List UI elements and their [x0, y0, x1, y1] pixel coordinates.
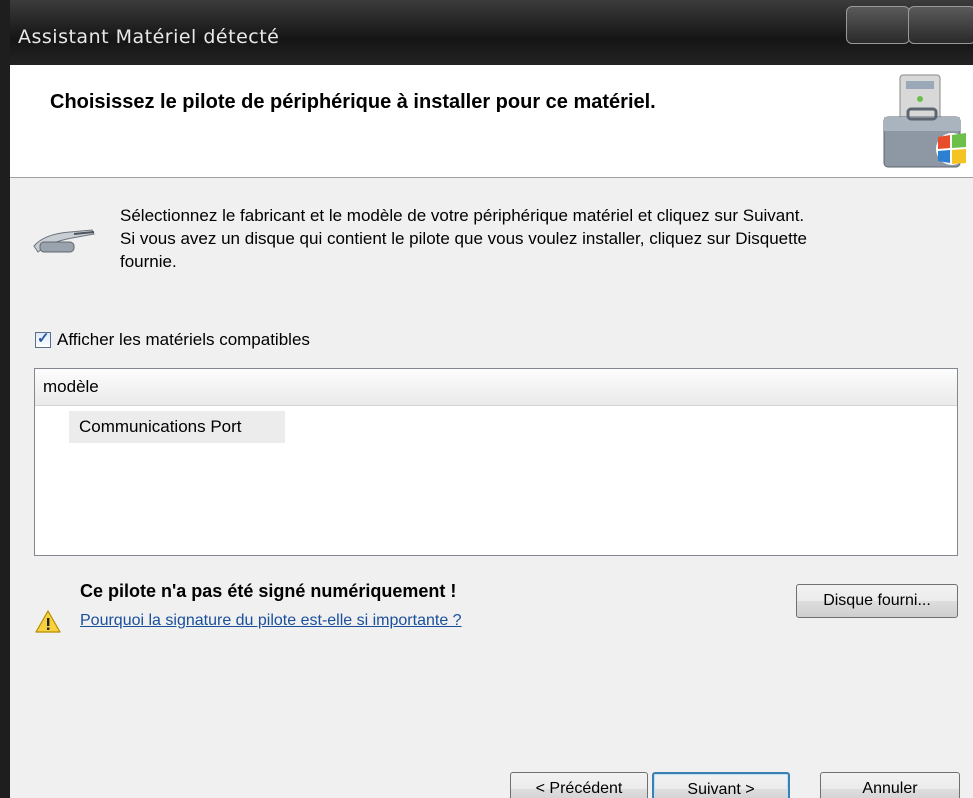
minimize-button[interactable] — [846, 6, 910, 44]
column-header-label: modèle — [43, 377, 99, 396]
page-title: Choisissez le pilote de périphérique à i… — [50, 91, 656, 113]
show-compatible-hardware-option[interactable]: ✓ Afficher les matériels compatibles — [35, 328, 310, 352]
warning-icon — [35, 610, 61, 633]
unsigned-driver-warning: Ce pilote n'a pas été signé numériquemen… — [80, 581, 457, 601]
intro-line-3: fournie. — [120, 252, 177, 271]
intro-line-2: Si vous avez un disque qui contient le p… — [120, 229, 808, 248]
title-bar[interactable]: Assistant Matériel détecté — [10, 0, 973, 65]
device-toolbox-icon — [883, 74, 968, 168]
model-listbox[interactable]: modèle Communications Port — [34, 368, 958, 556]
show-compatible-checkbox[interactable]: ✓ — [35, 330, 51, 348]
driver-signature-help-link[interactable]: Pourquoi la signature du pilote est-elle… — [80, 612, 462, 630]
list-column-header[interactable]: modèle — [35, 369, 957, 406]
intro-line-1: Sélectionnez le fabricant et le modèle d… — [120, 206, 805, 225]
hardware-wizard-window: Assistant Matériel détecté Choisissez le… — [0, 0, 973, 798]
have-disk-button[interactable]: Disque fourni... — [796, 584, 958, 618]
checkmark-icon: ✓ — [37, 330, 50, 347]
wizard-body: Sélectionnez le fabricant et le modèle d… — [10, 178, 973, 798]
show-compatible-label[interactable]: Afficher les matériels compatibles — [57, 330, 310, 350]
cancel-button[interactable]: Annuler — [820, 772, 960, 798]
previous-button[interactable]: < Précédent — [510, 772, 648, 798]
window-title: Assistant Matériel détecté — [18, 26, 280, 48]
wizard-header: Choisissez le pilote de périphérique à i… — [10, 65, 973, 178]
serial-port-icon — [33, 229, 95, 253]
intro-text: Sélectionnez le fabricant et le modèle d… — [120, 204, 960, 273]
next-button[interactable]: Suivant > — [652, 772, 790, 798]
list-item[interactable]: Communications Port — [69, 411, 285, 443]
window-border — [0, 0, 10, 798]
list-item-label: Communications Port — [79, 417, 242, 436]
close-button[interactable] — [908, 6, 973, 44]
caption-buttons — [846, 6, 973, 44]
